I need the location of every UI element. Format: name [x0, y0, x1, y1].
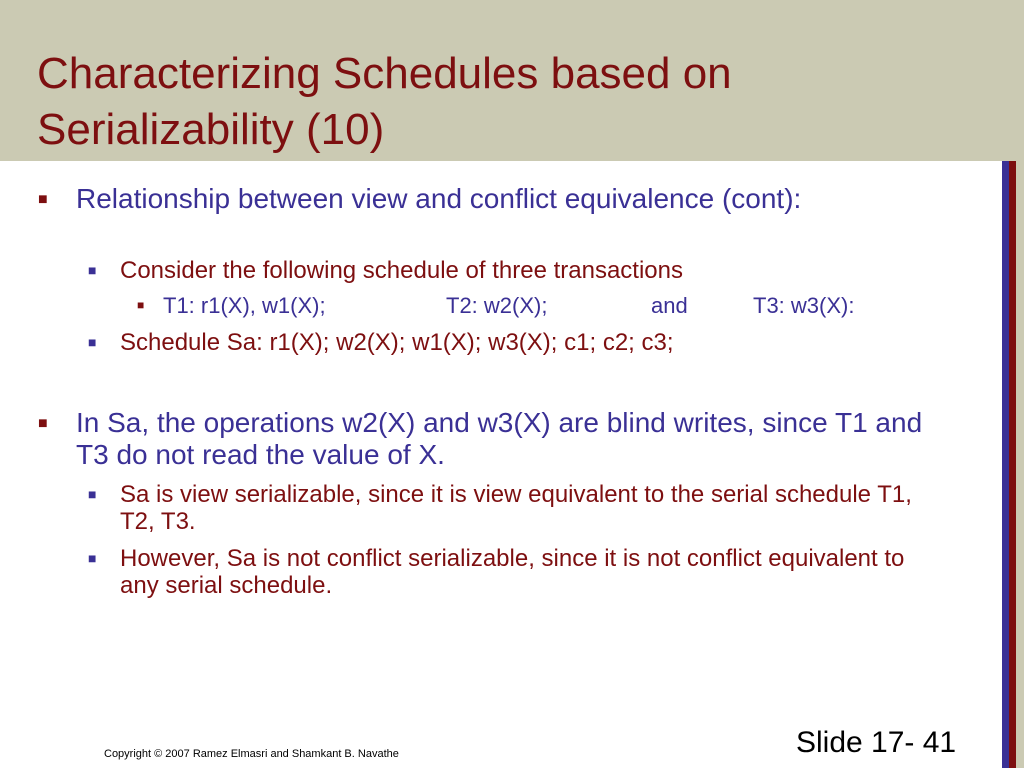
square-bullet-icon: ■	[88, 334, 97, 350]
bullet-text: Consider the following schedule of three…	[120, 257, 683, 284]
bullet-text: Relationship between view and conflict e…	[76, 183, 802, 214]
bullet-text: In Sa, the operations w2(X) and w3(X) ar…	[76, 407, 923, 470]
square-bullet-icon: ■	[38, 191, 48, 208]
square-bullet-icon: ■	[137, 298, 145, 312]
square-bullet-icon: ■	[88, 486, 97, 502]
transaction-t2: T2: w2(X);	[446, 293, 548, 318]
bullet-blind-writes: ■ In Sa, the operations w2(X) and w3(X) …	[38, 407, 956, 471]
bullet-text: Schedule Sa: r1(X); w2(X); w1(X); w3(X);…	[120, 329, 674, 356]
bullet-text: However, Sa is not conflict serializable…	[120, 545, 905, 599]
side-stripe-tan	[1016, 161, 1024, 768]
transaction-and: and	[651, 293, 688, 318]
transaction-t1: T1: r1(X), w1(X);	[163, 293, 326, 318]
side-stripe-red	[1009, 161, 1016, 768]
bullet-text: Sa is view serializable, since it is vie…	[120, 481, 912, 535]
square-bullet-icon: ■	[88, 550, 97, 566]
slide-content: ■ Relationship between view and conflict…	[0, 0, 1000, 768]
side-stripe-blue	[1002, 161, 1009, 768]
bullet-consider: ■ Consider the following schedule of thr…	[88, 257, 960, 284]
square-bullet-icon: ■	[88, 262, 97, 278]
bullet-not-conflict-serializable: ■ However, Sa is not conflict serializab…	[88, 545, 940, 599]
copyright-notice: Copyright © 2007 Ramez Elmasri and Shamk…	[104, 748, 399, 760]
square-bullet-icon: ■	[38, 415, 48, 432]
bullet-transactions: ■ T1: r1(X), w1(X); T2: w2(X); and T3: w3(X…	[137, 293, 963, 319]
transaction-t3: T3: w3(X):	[753, 293, 855, 318]
slide-number: Slide 17- 41	[796, 726, 957, 759]
bullet-relationship: ■ Relationship between view and conflict…	[38, 183, 956, 215]
bullet-schedule-sa: ■ Schedule Sa: r1(X); w2(X); w1(X); w3(X…	[88, 329, 960, 356]
bullet-view-serializable: ■ Sa is view serializable, since it is v…	[88, 481, 940, 535]
